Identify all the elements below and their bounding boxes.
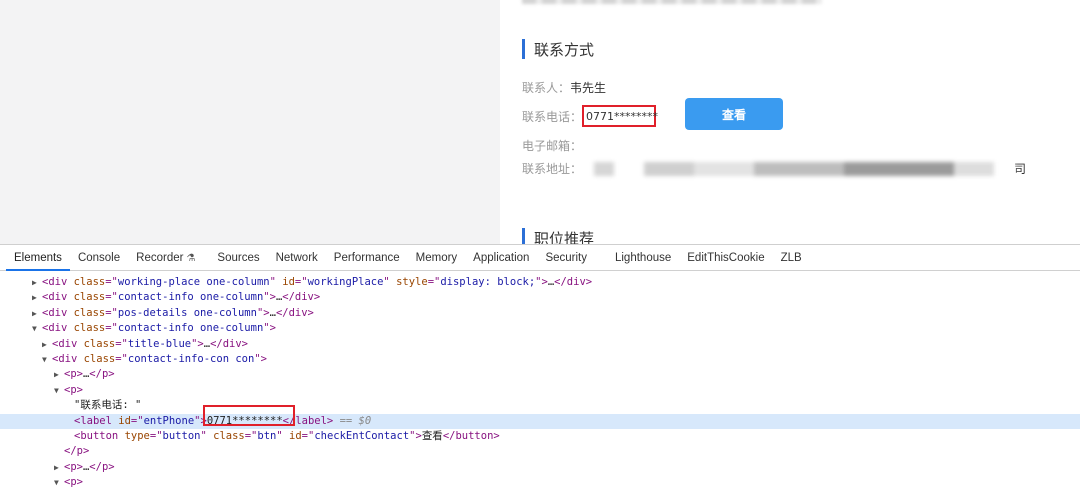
dom-node[interactable]: ▼ <div class="contact-info one-column"> xyxy=(0,321,1080,336)
left-panel xyxy=(0,0,500,244)
dom-node-selected[interactable]: <label id="entPhone">0771********</label… xyxy=(0,413,1080,429)
email-row: 电子邮箱： xyxy=(522,137,582,154)
phone-value: 0771******** xyxy=(586,109,659,123)
tab-editthiscookie[interactable]: EditThisCookie xyxy=(679,245,772,271)
phone-value-highlight: 0771******** xyxy=(582,105,659,127)
tab-console[interactable]: Console xyxy=(70,245,128,271)
title-accent-bar xyxy=(522,39,525,59)
web-page: 联系方式 联系人： 韦先生 联系电话： 0771******** 查看 电子邮箱… xyxy=(0,0,1080,244)
expand-triangle-icon[interactable]: ▶ xyxy=(42,337,52,352)
tab-recorder[interactable]: Recorder ⚗ xyxy=(128,245,203,271)
address-row: 联系地址： 司 xyxy=(522,160,1026,177)
email-label: 电子邮箱： xyxy=(522,139,583,153)
dom-node[interactable]: ▼ <div class="contact-info-con con"> xyxy=(0,352,1080,367)
collapse-triangle-icon[interactable]: ▼ xyxy=(54,383,64,398)
view-phone-button[interactable]: 查看 xyxy=(685,98,783,130)
dom-node[interactable]: ▼ <p> xyxy=(0,475,1080,490)
tab-elements[interactable]: Elements xyxy=(6,245,70,271)
dom-text-node[interactable]: "联系电话: " xyxy=(0,398,1080,413)
dom-node[interactable]: ▶ <div class="contact-info one-column">…<… xyxy=(0,290,1080,305)
tab-zlb[interactable]: ZLB xyxy=(773,245,810,271)
dom-node[interactable]: </p> xyxy=(0,444,1080,459)
tab-recorder-label: Recorder xyxy=(136,251,184,264)
tab-performance[interactable]: Performance xyxy=(326,245,408,271)
dom-tree: ▶ <div class="working-place one-column" i… xyxy=(0,271,1080,490)
contact-section-title: 联系方式 xyxy=(522,38,594,60)
expand-triangle-icon[interactable]: ▶ xyxy=(32,275,42,290)
address-tail: 司 xyxy=(1014,162,1027,176)
tab-lighthouse[interactable]: Lighthouse xyxy=(607,245,679,271)
expand-triangle-icon[interactable]: ▶ xyxy=(32,290,42,305)
address-label: 联系地址： xyxy=(522,162,583,176)
tab-sources[interactable]: Sources xyxy=(209,245,267,271)
phone-row: 联系电话： 0771******** xyxy=(522,105,659,127)
address-blurred xyxy=(584,161,1015,176)
phone-label: 联系电话： xyxy=(522,109,583,124)
jobs-title-text: 职位推荐 xyxy=(534,229,595,245)
dom-node[interactable]: ▶ <p>…</p> xyxy=(0,460,1080,475)
dom-node[interactable]: ▶ <p>…</p> xyxy=(0,367,1080,382)
jobs-section-title: 职位推荐 xyxy=(522,227,594,244)
dom-node[interactable]: <button type="button" class="btn" id="ch… xyxy=(0,429,1080,444)
expand-triangle-icon[interactable]: ▶ xyxy=(54,367,64,382)
expand-triangle-icon[interactable]: ▶ xyxy=(32,306,42,321)
highlight-box xyxy=(203,405,295,426)
devtools-panel: Elements Console Recorder ⚗ Sources Netwo… xyxy=(0,244,1080,492)
devtools-tab-bar: Elements Console Recorder ⚗ Sources Netwo… xyxy=(0,245,1080,271)
dom-node[interactable]: ▶ <div class="title-blue">…</div> xyxy=(0,337,1080,352)
expand-triangle-icon[interactable]: ▶ xyxy=(54,460,64,475)
collapse-triangle-icon[interactable]: ▼ xyxy=(42,352,52,367)
tab-application[interactable]: Application xyxy=(465,245,537,271)
collapse-triangle-icon[interactable]: ▼ xyxy=(54,475,64,490)
blurred-text xyxy=(522,0,822,4)
contact-person-value: 韦先生 xyxy=(570,81,607,95)
tab-memory[interactable]: Memory xyxy=(408,245,466,271)
contact-title-text: 联系方式 xyxy=(534,40,595,59)
dom-node[interactable]: ▶ <div class="pos-details one-column">…</… xyxy=(0,306,1080,321)
contact-person-row: 联系人： 韦先生 xyxy=(522,79,606,96)
collapse-triangle-icon[interactable]: ▼ xyxy=(32,321,42,336)
title-accent-bar xyxy=(522,228,525,244)
dom-node[interactable]: ▼ <p> xyxy=(0,383,1080,398)
dom-node[interactable]: ▶ <div class="working-place one-column" i… xyxy=(0,275,1080,290)
tab-security[interactable]: Security xyxy=(537,245,595,271)
tab-network[interactable]: Network xyxy=(268,245,326,271)
flask-icon: ⚗ xyxy=(186,252,196,264)
contact-person-label: 联系人： xyxy=(522,81,571,95)
